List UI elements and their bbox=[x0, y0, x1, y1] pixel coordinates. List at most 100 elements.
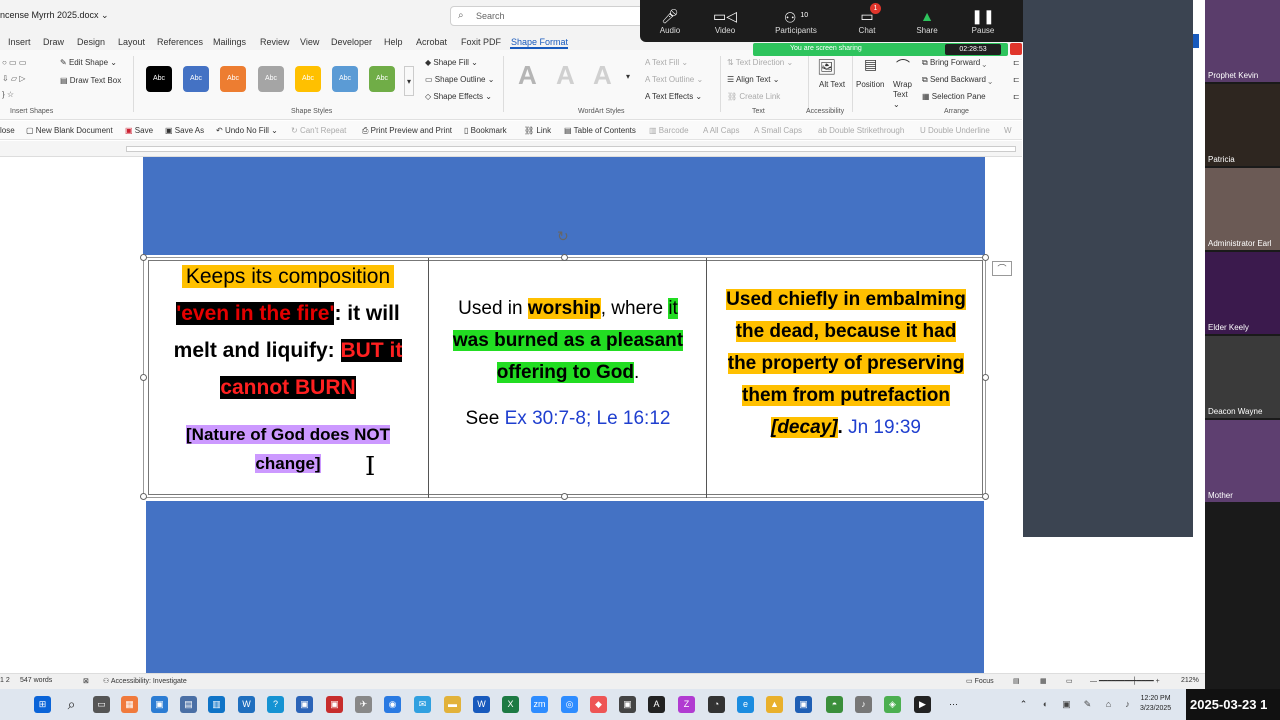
app-icon[interactable]: ◈ bbox=[884, 696, 901, 713]
tray-icon[interactable]: ✎ bbox=[1079, 696, 1096, 713]
layout-options-icon[interactable]: ⌒ bbox=[992, 261, 1012, 276]
video-button[interactable]: ▭◁ Video bbox=[700, 6, 750, 35]
app-icon[interactable]: Z bbox=[678, 696, 695, 713]
selection-pane-button[interactable]: ▦ Selection Pane bbox=[922, 92, 986, 101]
file-explorer-icon[interactable]: ▬ bbox=[444, 696, 461, 713]
participant-tile[interactable]: Administrator Earl bbox=[1205, 168, 1280, 250]
participants-button[interactable]: ⚇ 10 Participants bbox=[768, 6, 824, 35]
search-taskbar-icon[interactable]: ⌕ bbox=[63, 696, 80, 713]
qa-double-underline[interactable]: U Double Underline bbox=[920, 126, 990, 135]
style-swatch-gold[interactable]: Abc bbox=[295, 66, 321, 92]
wordart-style-3[interactable]: A bbox=[593, 60, 612, 91]
acrobat-icon[interactable]: A bbox=[648, 696, 665, 713]
microphone-icon[interactable]: ♪ bbox=[855, 696, 872, 713]
align-text-button[interactable]: ☰ Align Text ⌄ bbox=[727, 75, 779, 84]
tab-layout[interactable]: Layout bbox=[118, 37, 145, 47]
qa-bookmark[interactable]: ▯ Bookmark bbox=[464, 126, 507, 135]
document-title[interactable]: ncense Myrrh 2025.docx ⌄ bbox=[0, 10, 109, 21]
qa-undo[interactable]: ↶ Undo No Fill ⌄ bbox=[216, 126, 278, 135]
style-swatch-green[interactable]: Abc bbox=[369, 66, 395, 92]
wordart-style-1[interactable]: A bbox=[518, 60, 537, 91]
participant-tile[interactable]: Elder Keely bbox=[1205, 252, 1280, 334]
app-icon[interactable]: ▣ bbox=[151, 696, 168, 713]
app-icon[interactable]: ✉ bbox=[414, 696, 431, 713]
tab-references[interactable]: References bbox=[157, 37, 203, 47]
app-icon[interactable]: ▤ bbox=[180, 696, 197, 713]
resize-handle[interactable] bbox=[982, 493, 989, 500]
wrap-text-icon[interactable]: ⌒ bbox=[896, 56, 910, 76]
shape-effects-button[interactable]: ◇ Shape Effects ⌄ bbox=[425, 92, 492, 101]
app-icon[interactable]: ◆ bbox=[590, 696, 607, 713]
create-link-button[interactable]: ⛓ Create Link bbox=[727, 92, 780, 101]
resize-handle[interactable] bbox=[140, 493, 147, 500]
participant-tile[interactable]: Prophet Kevin bbox=[1205, 0, 1280, 82]
participant-tile[interactable]: Deacon Wayne bbox=[1205, 336, 1280, 418]
widgets-icon[interactable]: ▦ bbox=[121, 696, 138, 713]
task-view-icon[interactable]: ▭ bbox=[93, 696, 110, 713]
edit-shape-button[interactable]: ✎ Edit Shape ⌄ bbox=[60, 58, 117, 67]
participant-tile[interactable]: Mother bbox=[1205, 420, 1280, 502]
stop-share-button[interactable] bbox=[1010, 43, 1022, 55]
rotate-objects-icon[interactable]: ⊏ bbox=[1013, 92, 1020, 101]
proofing-icon[interactable]: ⊠ bbox=[83, 677, 89, 685]
tab-developer[interactable]: Developer bbox=[331, 37, 372, 47]
app-icon[interactable]: ◓ bbox=[826, 696, 843, 713]
qa-print-preview[interactable]: ⎙ Print Preview and Print bbox=[362, 126, 452, 136]
word-icon[interactable]: W bbox=[473, 696, 490, 713]
app-icon[interactable]: ▣ bbox=[296, 696, 313, 713]
tray-icon[interactable]: ▣ bbox=[1058, 696, 1075, 713]
qa-new-blank-document[interactable]: ▢ New Blank Document bbox=[26, 126, 113, 135]
text-fill-button[interactable]: A Text Fill ⌄ bbox=[645, 58, 688, 67]
qa-all-caps[interactable]: A All Caps bbox=[703, 126, 739, 135]
wrap-text-button[interactable]: Wrap Text ⌄ bbox=[893, 80, 913, 110]
style-swatch-blue[interactable]: Abc bbox=[183, 66, 209, 92]
search-input[interactable]: ⌕ Search bbox=[450, 6, 650, 26]
app-icon[interactable]: ▲ bbox=[766, 696, 783, 713]
styles-more-icon[interactable]: ▾ bbox=[404, 66, 414, 96]
tab-insert[interactable]: Insert bbox=[8, 37, 31, 47]
tab-foxit-pdf[interactable]: Foxit PDF bbox=[461, 37, 501, 47]
app-icon[interactable]: ▶ bbox=[914, 696, 931, 713]
tab-shape-format[interactable]: Shape Format bbox=[511, 37, 568, 47]
send-backward-button[interactable]: ⧉ Send Backward ⌄ bbox=[922, 75, 992, 85]
share-button[interactable]: ▲ Share bbox=[902, 6, 952, 35]
app-icon[interactable]: ✈ bbox=[355, 696, 372, 713]
participant-tile[interactable]: Patricia bbox=[1205, 84, 1280, 166]
qa-more[interactable]: W bbox=[1004, 126, 1012, 135]
zoom-meeting-icon[interactable]: ◎ bbox=[561, 696, 578, 713]
edge-icon[interactable]: e bbox=[737, 696, 754, 713]
alt-text-button[interactable]: Alt Text bbox=[819, 80, 845, 89]
audio-button[interactable]: 🎤︎ Audio bbox=[645, 6, 695, 35]
rotate-handle-icon[interactable]: ↻ bbox=[557, 228, 569, 245]
blue-shape-bottom[interactable] bbox=[146, 501, 984, 673]
position-button[interactable]: Position bbox=[856, 80, 884, 89]
more-icon[interactable]: ⋯ bbox=[945, 696, 962, 713]
qa-save-as[interactable]: ▣ Save As bbox=[165, 126, 204, 135]
focus-mode[interactable]: ▭ Focus bbox=[966, 677, 994, 685]
print-layout-icon[interactable]: ▦ bbox=[1040, 677, 1047, 685]
align-icon[interactable]: ⊏ bbox=[1013, 58, 1020, 67]
wordart-more-icon[interactable]: ▾ bbox=[626, 72, 630, 81]
tab-help[interactable]: Help bbox=[384, 37, 403, 47]
app-icon[interactable]: ▥ bbox=[208, 696, 225, 713]
tray-icon[interactable]: ◐ bbox=[1037, 696, 1054, 713]
qa-table-of-contents[interactable]: ▤ Table of Contents bbox=[564, 126, 636, 135]
volume-icon[interactable]: ♪ bbox=[1119, 696, 1136, 713]
app-icon[interactable]: ▣ bbox=[795, 696, 812, 713]
shape-gallery-icon[interactable]: ○ ▭ ▭ bbox=[2, 58, 26, 67]
qa-save[interactable]: ▣ Save bbox=[125, 126, 153, 135]
wordart-style-2[interactable]: A bbox=[556, 60, 575, 91]
resize-handle[interactable] bbox=[140, 254, 147, 261]
excel-icon[interactable]: X bbox=[502, 696, 519, 713]
resize-handle[interactable] bbox=[561, 493, 568, 500]
text-outline-button[interactable]: A Text Outline ⌄ bbox=[645, 75, 703, 84]
web-layout-icon[interactable]: ▭ bbox=[1066, 677, 1073, 685]
style-swatch-black[interactable]: Abc bbox=[146, 66, 172, 92]
qa-barcode[interactable]: ▥ Barcode bbox=[649, 126, 689, 135]
word-count[interactable]: 547 words bbox=[20, 677, 52, 684]
shape-gallery-stars-icon[interactable]: } ☆ bbox=[2, 90, 14, 99]
shape-outline-button[interactable]: ▭ Shape Outline ⌄ bbox=[425, 75, 494, 84]
qa-double-strikethrough[interactable]: ab Double Strikethrough bbox=[818, 126, 904, 135]
resize-handle[interactable] bbox=[561, 254, 568, 261]
tab-design[interactable]: Design bbox=[77, 37, 105, 47]
